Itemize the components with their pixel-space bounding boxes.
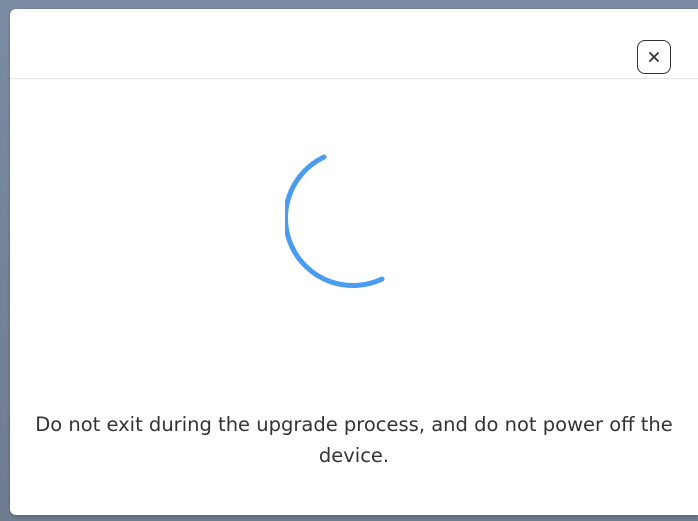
close-button[interactable] (637, 40, 671, 74)
upgrade-dialog: Do not exit during the upgrade process, … (10, 9, 698, 515)
upgrade-warning-message: Do not exit during the upgrade process, … (35, 413, 673, 467)
spinner-icon (282, 154, 385, 288)
loading-spinner (282, 154, 435, 304)
close-icon (649, 52, 659, 62)
dialog-header (10, 9, 698, 79)
